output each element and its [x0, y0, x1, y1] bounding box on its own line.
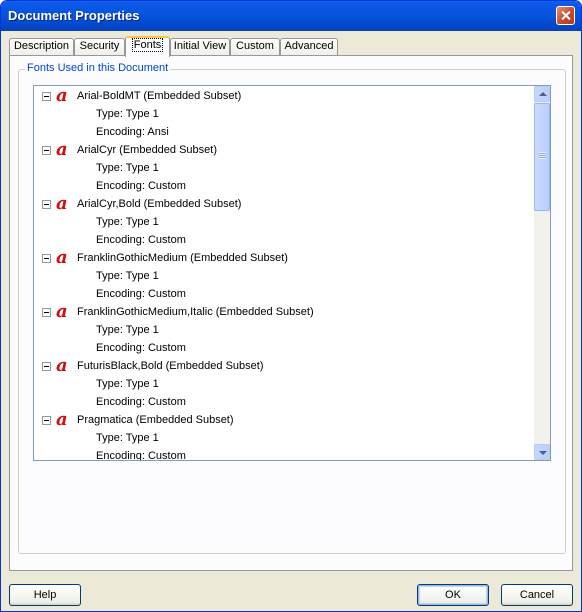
collapse-icon[interactable]: [42, 146, 51, 155]
font-name: ArialCyr,Bold (Embedded Subset): [77, 198, 242, 210]
ok-button[interactable]: OK: [417, 584, 489, 606]
scroll-thumb[interactable]: [534, 103, 550, 211]
title-bar[interactable]: Document Properties: [1, 1, 581, 31]
collapse-icon[interactable]: [42, 416, 51, 425]
collapse-icon[interactable]: [42, 362, 51, 371]
tab-custom[interactable]: Custom: [230, 38, 280, 55]
font-icon: a: [56, 409, 68, 430]
font-name: Pragmatica (Embedded Subset): [77, 414, 234, 426]
tab-label: Custom: [236, 40, 274, 52]
tab-fonts[interactable]: Fonts: [125, 36, 170, 57]
font-type: Type: Type 1: [96, 324, 159, 336]
font-type: Type: Type 1: [96, 378, 159, 390]
font-type: Type: Type 1: [96, 162, 159, 174]
fonts-group-box: Fonts Used in this Document a Arial-BoldM…: [18, 62, 566, 554]
font-name: FranklinGothicMedium (Embedded Subset): [77, 252, 288, 264]
font-icon: a: [56, 85, 68, 106]
document-properties-dialog: Document Properties Description Security…: [0, 0, 582, 612]
close-button[interactable]: [556, 6, 575, 25]
grip-icon: [539, 152, 546, 159]
font-type: Type: Type 1: [96, 432, 159, 444]
tab-description[interactable]: Description: [9, 38, 74, 55]
help-button[interactable]: Help: [9, 584, 81, 606]
cancel-button[interactable]: Cancel: [501, 584, 573, 606]
font-type: Type: Type 1: [96, 270, 159, 282]
font-icon: a: [56, 193, 68, 214]
font-encoding: Encoding: Custom: [96, 234, 186, 246]
font-icon: a: [56, 355, 68, 376]
font-encoding: Encoding: Custom: [96, 396, 186, 408]
vertical-scrollbar[interactable]: [534, 86, 550, 460]
collapse-icon[interactable]: [42, 254, 51, 263]
font-name: FuturisBlack,Bold (Embedded Subset): [77, 360, 264, 372]
tab-security[interactable]: Security: [74, 38, 125, 55]
collapse-icon[interactable]: [42, 200, 51, 209]
collapse-icon[interactable]: [42, 92, 51, 101]
font-encoding: Encoding: Custom: [96, 288, 186, 300]
tab-label: Advanced: [284, 40, 334, 52]
scroll-down-button[interactable]: [534, 444, 550, 460]
font-icon: a: [56, 139, 68, 160]
dialog-title: Document Properties: [8, 8, 140, 23]
font-name: FranklinGothicMedium,Italic (Embedded Su…: [77, 306, 314, 318]
tab-label: Initial View: [173, 40, 227, 52]
font-name: ArialCyr (Embedded Subset): [77, 144, 218, 156]
tab-label: Security: [79, 40, 120, 52]
scroll-up-button[interactable]: [534, 86, 550, 102]
font-type: Type: Type 1: [96, 216, 159, 228]
tab-initial-view[interactable]: Initial View: [170, 38, 230, 55]
font-name: Arial-BoldMT (Embedded Subset): [77, 90, 242, 102]
tab-advanced[interactable]: Advanced: [280, 38, 338, 55]
font-icon: a: [56, 301, 68, 322]
font-encoding: Encoding: Custom: [96, 342, 186, 354]
tab-label: Description: [13, 40, 70, 52]
font-encoding: Encoding: Ansi: [96, 126, 169, 138]
font-type: Type: Type 1: [96, 108, 159, 120]
fonts-tree[interactable]: a Arial-BoldMT (Embedded Subset) Type: Typ…: [33, 85, 551, 461]
font-encoding: Encoding: Custom: [96, 180, 186, 192]
collapse-icon[interactable]: [42, 308, 51, 317]
font-encoding: Encoding: Custom: [96, 450, 186, 461]
tab-label: Fonts: [131, 38, 164, 52]
font-icon: a: [56, 247, 68, 268]
fonts-group-label: Fonts Used in this Document: [25, 62, 171, 74]
fonts-tab-panel: Fonts Used in this Document a Arial-BoldM…: [9, 55, 573, 571]
